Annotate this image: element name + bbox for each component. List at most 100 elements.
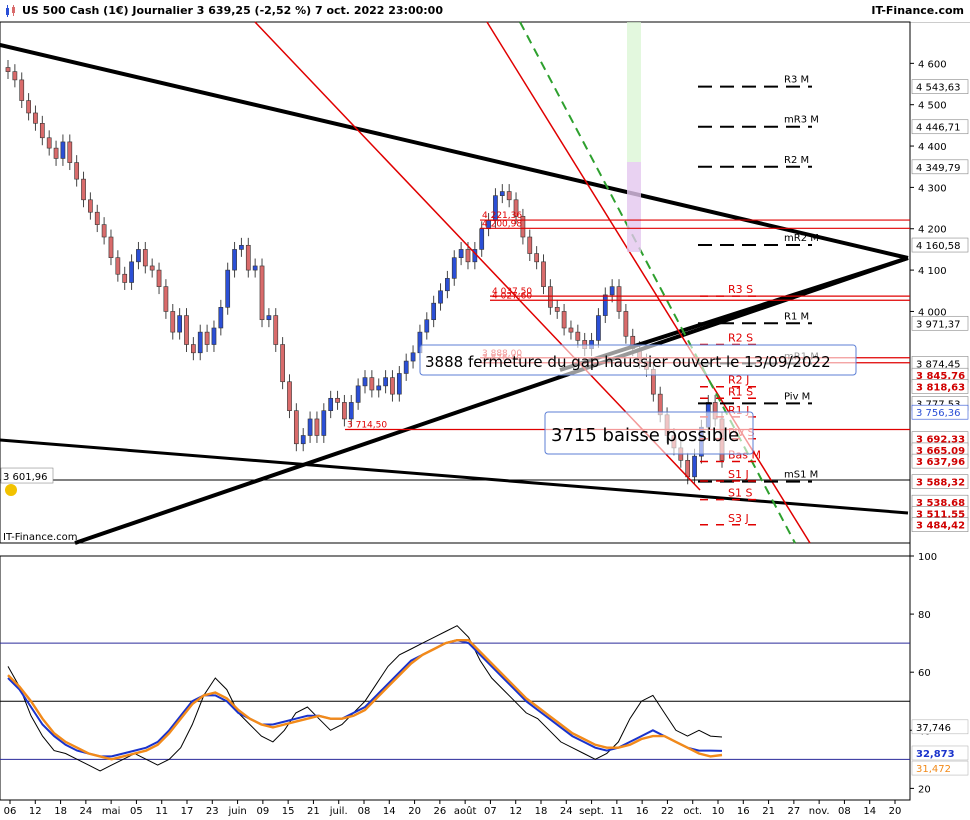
candle-body <box>26 100 31 114</box>
candle-body <box>321 410 327 436</box>
candle-body <box>342 402 347 420</box>
candle-body <box>163 286 169 312</box>
candle-body <box>239 244 244 250</box>
candle-body <box>74 162 80 180</box>
x-tick-label: 16 <box>737 806 750 817</box>
x-tick-label: 12 <box>29 806 42 817</box>
chart-window: US 500 Cash (1€) Journalier 3 639,25 (-2… <box>0 0 970 820</box>
pivot-label: mS1 M <box>784 470 818 481</box>
candle-body <box>142 249 148 267</box>
x-tick-label: 11 <box>155 806 168 817</box>
candle-body <box>88 199 93 213</box>
candle-body <box>225 269 231 308</box>
x-tick-label: 10 <box>712 806 725 817</box>
candle-body <box>101 224 107 238</box>
osc-value-label: 32,873 <box>916 749 955 760</box>
candle-body <box>122 273 128 283</box>
price-label: 4 543,63 <box>916 83 961 94</box>
candle-body <box>431 302 437 321</box>
x-tick-label: 20 <box>889 806 902 817</box>
price-label: 3 971,37 <box>916 319 961 330</box>
oscillator-panel <box>0 555 911 801</box>
candle-body <box>396 373 402 395</box>
x-tick-label: 06 <box>4 806 17 817</box>
candle-body <box>129 261 134 283</box>
candle-body <box>527 236 533 254</box>
candle-body <box>259 265 265 321</box>
x-tick-label: 15 <box>282 806 295 817</box>
candle-body <box>451 257 457 279</box>
x-tick-label: 26 <box>433 806 446 817</box>
alert-bell-icon <box>5 484 17 496</box>
candle-body <box>561 311 567 329</box>
x-tick-label: 18 <box>54 806 67 817</box>
candle-body <box>348 402 354 420</box>
annotation-text: 3715 baisse possible <box>551 425 739 446</box>
pivot-label: R2 M <box>784 155 809 166</box>
x-tick-label: sept. <box>579 806 604 817</box>
osc-tick-label: 60 <box>918 668 931 679</box>
candle-body <box>53 147 59 159</box>
candle-body <box>479 228 485 250</box>
red-pivot-label: R2 J <box>728 374 749 387</box>
price-tick-label: 4 100 <box>918 266 947 277</box>
candle-body <box>280 344 285 383</box>
osc-value-label: 37,746 <box>916 723 951 734</box>
candle-body <box>81 178 86 201</box>
candle-body <box>335 397 340 403</box>
candle-body <box>465 249 471 263</box>
candle-body <box>19 79 25 101</box>
chart-canvas[interactable]: 4 6004 5004 4004 3004 2004 1004 00010080… <box>0 0 970 820</box>
candle-body <box>115 257 121 275</box>
candle-body <box>136 249 141 263</box>
x-tick-label: 14 <box>863 806 876 817</box>
candle-body <box>287 381 292 411</box>
red-pivot-label: S1 S <box>728 487 752 500</box>
price-label: 4 349,79 <box>916 163 961 174</box>
price-tick-label: 4 200 <box>918 225 947 236</box>
red-pivot-label: S3 J <box>728 512 749 525</box>
price-label: 3 756,36 <box>916 408 961 419</box>
candle-body <box>177 315 182 333</box>
candle-body <box>534 253 539 263</box>
candle-body <box>616 286 622 312</box>
x-tick-label: 07 <box>484 806 497 817</box>
red-hline-label: 3 714,50 <box>347 420 387 430</box>
candle-body <box>685 460 691 478</box>
x-tick-label: 18 <box>535 806 548 817</box>
price-tick-label: 4 400 <box>918 142 947 153</box>
x-tick-label: 08 <box>838 806 851 817</box>
osc-tick-label: 80 <box>918 610 931 621</box>
candle-body <box>204 331 210 345</box>
zone-purple <box>627 162 641 252</box>
price-label: 3 588,32 <box>916 478 965 489</box>
pivot-label: Piv M <box>784 391 810 402</box>
candle-body <box>596 315 601 341</box>
candle-body <box>403 360 409 374</box>
x-tick-label: 24 <box>560 806 573 817</box>
candle-body <box>39 123 45 139</box>
candle-body <box>197 331 203 354</box>
x-tick-label: 20 <box>408 806 421 817</box>
zone-green <box>627 22 641 162</box>
price-label: 4 446,71 <box>916 123 961 134</box>
x-tick-label: 24 <box>79 806 92 817</box>
price-tick-label: 4 600 <box>918 59 947 70</box>
candle-body <box>424 319 430 333</box>
price-tick-label: 4 500 <box>918 101 947 112</box>
osc-tick-label: 100 <box>918 552 937 563</box>
candle-body <box>376 385 382 391</box>
candle-body <box>328 397 334 411</box>
candle-body <box>211 327 217 345</box>
candle-body <box>362 377 368 387</box>
candle-body <box>506 191 512 201</box>
price-panel <box>0 21 911 544</box>
price-label: 4 160,58 <box>916 241 961 252</box>
x-tick-label: 21 <box>762 806 775 817</box>
candle-body <box>692 455 697 478</box>
candle-body <box>170 311 176 333</box>
candle-body <box>355 385 361 403</box>
x-tick-label: juil. <box>329 806 348 817</box>
red-hline-label: 4 027,60 <box>492 291 532 301</box>
candle-body <box>383 377 388 387</box>
